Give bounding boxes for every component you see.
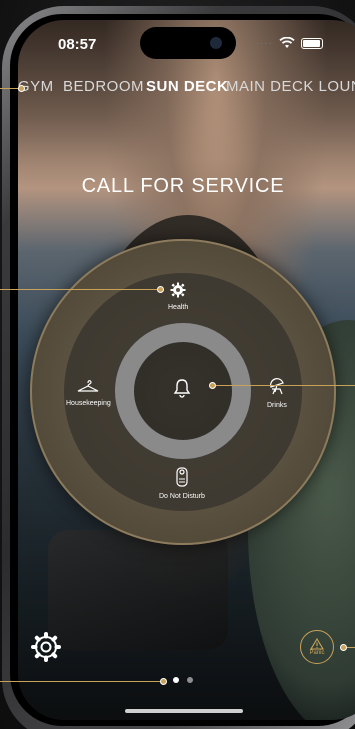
health-gear-icon bbox=[170, 282, 186, 298]
bell-icon bbox=[173, 379, 191, 398]
warning-icon bbox=[310, 638, 324, 650]
tab-main-deck-lounge[interactable]: MAIN DECK LOUN bbox=[226, 78, 355, 95]
page-indicator bbox=[173, 677, 193, 683]
status-icons: ···· bbox=[256, 37, 324, 49]
home-indicator bbox=[125, 709, 243, 713]
drinks-button[interactable]: Drinks bbox=[267, 378, 287, 409]
callout-line-pager bbox=[0, 681, 163, 682]
do-not-disturb-label: Do Not Disturb bbox=[159, 493, 205, 500]
callout-dot-bell bbox=[209, 382, 216, 389]
do-not-disturb-button[interactable]: Do Not Disturb bbox=[159, 467, 205, 500]
page-title: CALL FOR SERVICE bbox=[81, 175, 285, 197]
panic-label: Panic bbox=[309, 650, 325, 656]
wifi-icon bbox=[279, 37, 295, 48]
housekeeping-button[interactable]: Housekeeping bbox=[66, 378, 111, 407]
callout-dot-health bbox=[157, 286, 164, 293]
door-hanger-icon bbox=[176, 467, 188, 487]
tab-sun-deck[interactable]: SUN DECK bbox=[146, 78, 228, 95]
page-dot-active[interactable] bbox=[173, 677, 179, 683]
phone-screen: 08:57 ···· GYM BEDROOM SUN DECK MAIN DEC… bbox=[18, 20, 355, 720]
tab-bedroom[interactable]: BEDROOM bbox=[63, 78, 144, 95]
dynamic-island bbox=[140, 27, 236, 59]
callout-dot-pager bbox=[160, 678, 167, 685]
app-mockup-stage: 08:57 ···· GYM BEDROOM SUN DECK MAIN DEC… bbox=[0, 0, 355, 729]
status-time: 08:57 bbox=[58, 36, 97, 53]
callout-dot-panic bbox=[340, 644, 347, 651]
callout-dot-tabs bbox=[18, 85, 25, 92]
drinks-label: Drinks bbox=[267, 402, 287, 409]
callout-line-health bbox=[0, 289, 160, 290]
health-label: Health bbox=[168, 304, 189, 311]
battery-icon bbox=[301, 37, 324, 49]
panic-button[interactable]: Panic bbox=[300, 630, 334, 664]
health-button[interactable]: Health bbox=[168, 282, 188, 311]
beach-chair-icon bbox=[270, 378, 284, 395]
page-dot[interactable] bbox=[187, 677, 193, 683]
camera-dot bbox=[210, 37, 222, 49]
callout-line-bell bbox=[213, 385, 355, 386]
background-photo-table bbox=[48, 530, 228, 650]
settings-gear-icon[interactable] bbox=[28, 629, 64, 665]
hanger-icon bbox=[78, 380, 99, 392]
signal-dots-icon: ···· bbox=[256, 37, 274, 49]
housekeeping-label: Housekeeping bbox=[66, 400, 111, 407]
